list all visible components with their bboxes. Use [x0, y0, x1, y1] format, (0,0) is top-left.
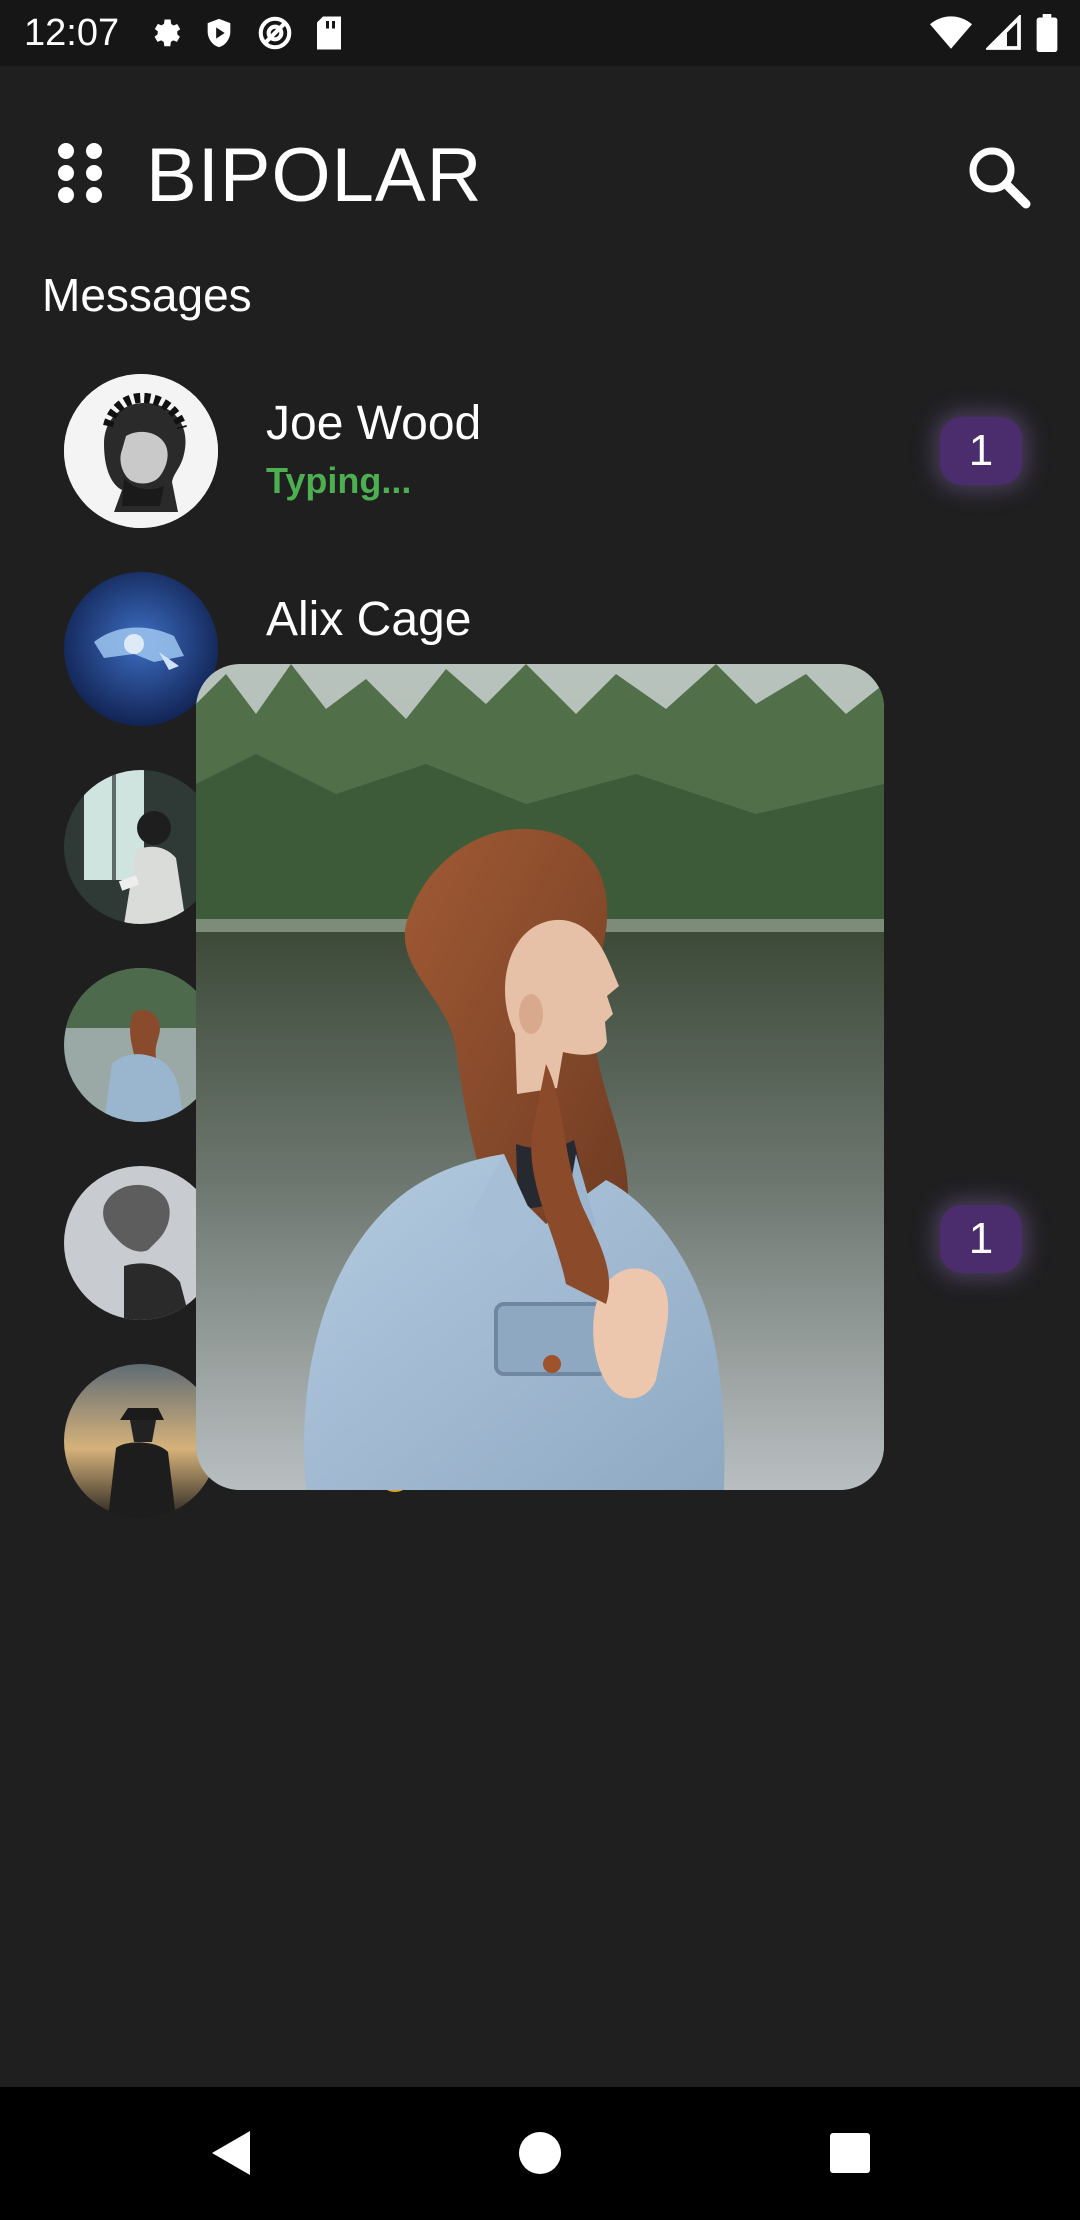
wifi-icon: [930, 16, 972, 49]
section-title: Messages: [42, 269, 252, 321]
avatar[interactable]: [64, 374, 218, 528]
avatar-man-window: [64, 770, 218, 924]
conversation-item[interactable]: Joe Wood Typing... 1: [0, 370, 1080, 560]
avatar[interactable]: [64, 968, 218, 1122]
profile-photo-preview[interactable]: [196, 664, 884, 1490]
app-bar: BIPOLAR: [0, 66, 1080, 276]
avatar-man-hat: [64, 1364, 218, 1518]
avatar-woman-dark-hair: [64, 1166, 218, 1320]
search-icon: [969, 147, 1031, 209]
back-icon[interactable]: [202, 2123, 262, 2183]
conversation-name: Joe Wood: [266, 397, 482, 450]
status-bar: 12:07: [0, 0, 1080, 66]
apps-grid-icon: [58, 143, 102, 203]
app-title: BIPOLAR: [146, 133, 483, 218]
no-location-icon: [258, 16, 292, 50]
avatar-woman-lake: [64, 968, 218, 1122]
menu-button[interactable]: [50, 138, 110, 208]
avatar[interactable]: [64, 770, 218, 924]
shield-icon: [207, 18, 231, 48]
status-icons-right: [930, 14, 1058, 52]
status-icons-left: [146, 14, 344, 52]
avatar[interactable]: [64, 1364, 218, 1518]
avatar[interactable]: [64, 1166, 218, 1320]
conversation-name: Alix Cage: [266, 593, 472, 646]
avatar-joe-wood: [64, 374, 218, 528]
status-time: 12:07: [24, 12, 120, 54]
sd-card-icon: [317, 16, 341, 50]
unread-badge: 1: [940, 1205, 1022, 1273]
cell-signal-icon: [986, 15, 1021, 50]
navigation-bar: [0, 2087, 1080, 2220]
unread-badge: 1: [940, 417, 1022, 485]
avatar[interactable]: [64, 572, 218, 726]
search-button[interactable]: [964, 142, 1034, 212]
battery-icon: [1036, 14, 1058, 52]
avatar-alix-cage: [64, 572, 218, 726]
home-icon[interactable]: [510, 2123, 570, 2183]
settings-icon: [154, 19, 181, 47]
typing-status: Typing...: [266, 460, 412, 501]
recents-icon[interactable]: [820, 2123, 880, 2183]
preview-photo: [196, 664, 884, 1490]
